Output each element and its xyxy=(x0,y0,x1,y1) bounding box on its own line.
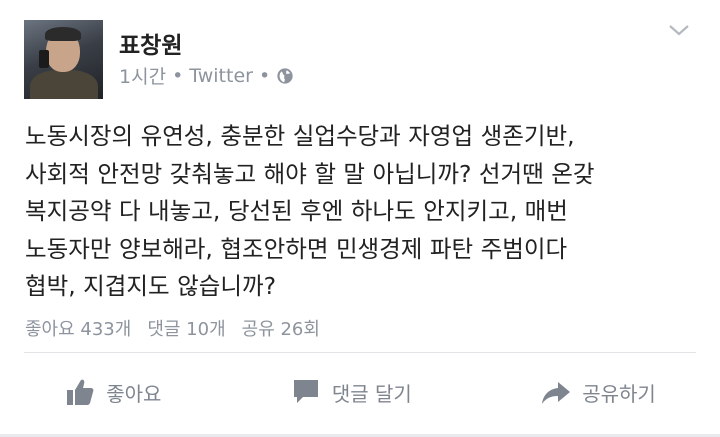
share-arrow-icon xyxy=(542,382,571,404)
comments-count[interactable]: 댓글 10개 xyxy=(147,315,225,341)
post-line: 복지공약 다 내놓고, 당선된 후엔 하나도 안지키고, 매번 xyxy=(25,197,568,225)
avatar-phone xyxy=(39,50,49,68)
avatar-body xyxy=(30,70,98,99)
post-line: 노동자만 양보해라, 협조안하면 민생경제 파탄 주범이다 xyxy=(25,234,568,263)
post-source: Twitter xyxy=(189,64,253,87)
chevron-down-icon[interactable] xyxy=(668,21,690,39)
post-text: 노동시장의 유연성, 충분한 실업수당과 자영업 생존기반, 사회적 안전망 갖… xyxy=(25,118,705,306)
divider xyxy=(24,352,696,353)
post-meta: 1시간 • Twitter • xyxy=(119,62,294,89)
share-label: 공유하기 xyxy=(582,381,656,406)
comment-button[interactable]: 댓글 달기 xyxy=(290,376,412,408)
globe-icon xyxy=(277,67,293,84)
post-line: 노동시장의 유연성, 충분한 실업수당과 자영업 생존기반, xyxy=(25,122,575,150)
post-time[interactable]: 1시간 xyxy=(119,62,166,89)
like-button[interactable]: 좋아요 xyxy=(64,376,161,408)
meta-separator-2: • xyxy=(258,64,271,87)
meta-separator: • xyxy=(172,64,184,87)
author-name[interactable]: 표창원 xyxy=(119,26,182,60)
share-button[interactable]: 공유하기 xyxy=(540,376,656,408)
like-label: 좋아요 xyxy=(106,381,162,406)
avatar[interactable] xyxy=(24,20,103,99)
comment-bubble-icon xyxy=(293,380,318,403)
avatar-hair xyxy=(45,27,81,41)
action-bar: 좋아요 댓글 달기 공유하기 xyxy=(0,362,720,422)
post-line: 사회적 안전망 갖춰놓고 해야 할 말 아닙니까? 선거땐 온갖 xyxy=(25,159,595,188)
likes-count[interactable]: 좋아요 433개 xyxy=(25,315,131,341)
post-stats: 좋아요 433개 댓글 10개 공유 26회 xyxy=(25,315,320,341)
shares-count[interactable]: 공유 26회 xyxy=(242,315,320,341)
thumbs-up-icon xyxy=(67,379,94,405)
post-line: 협박, 지겹지도 않습니까? xyxy=(25,272,277,300)
comment-label: 댓글 달기 xyxy=(331,381,412,406)
